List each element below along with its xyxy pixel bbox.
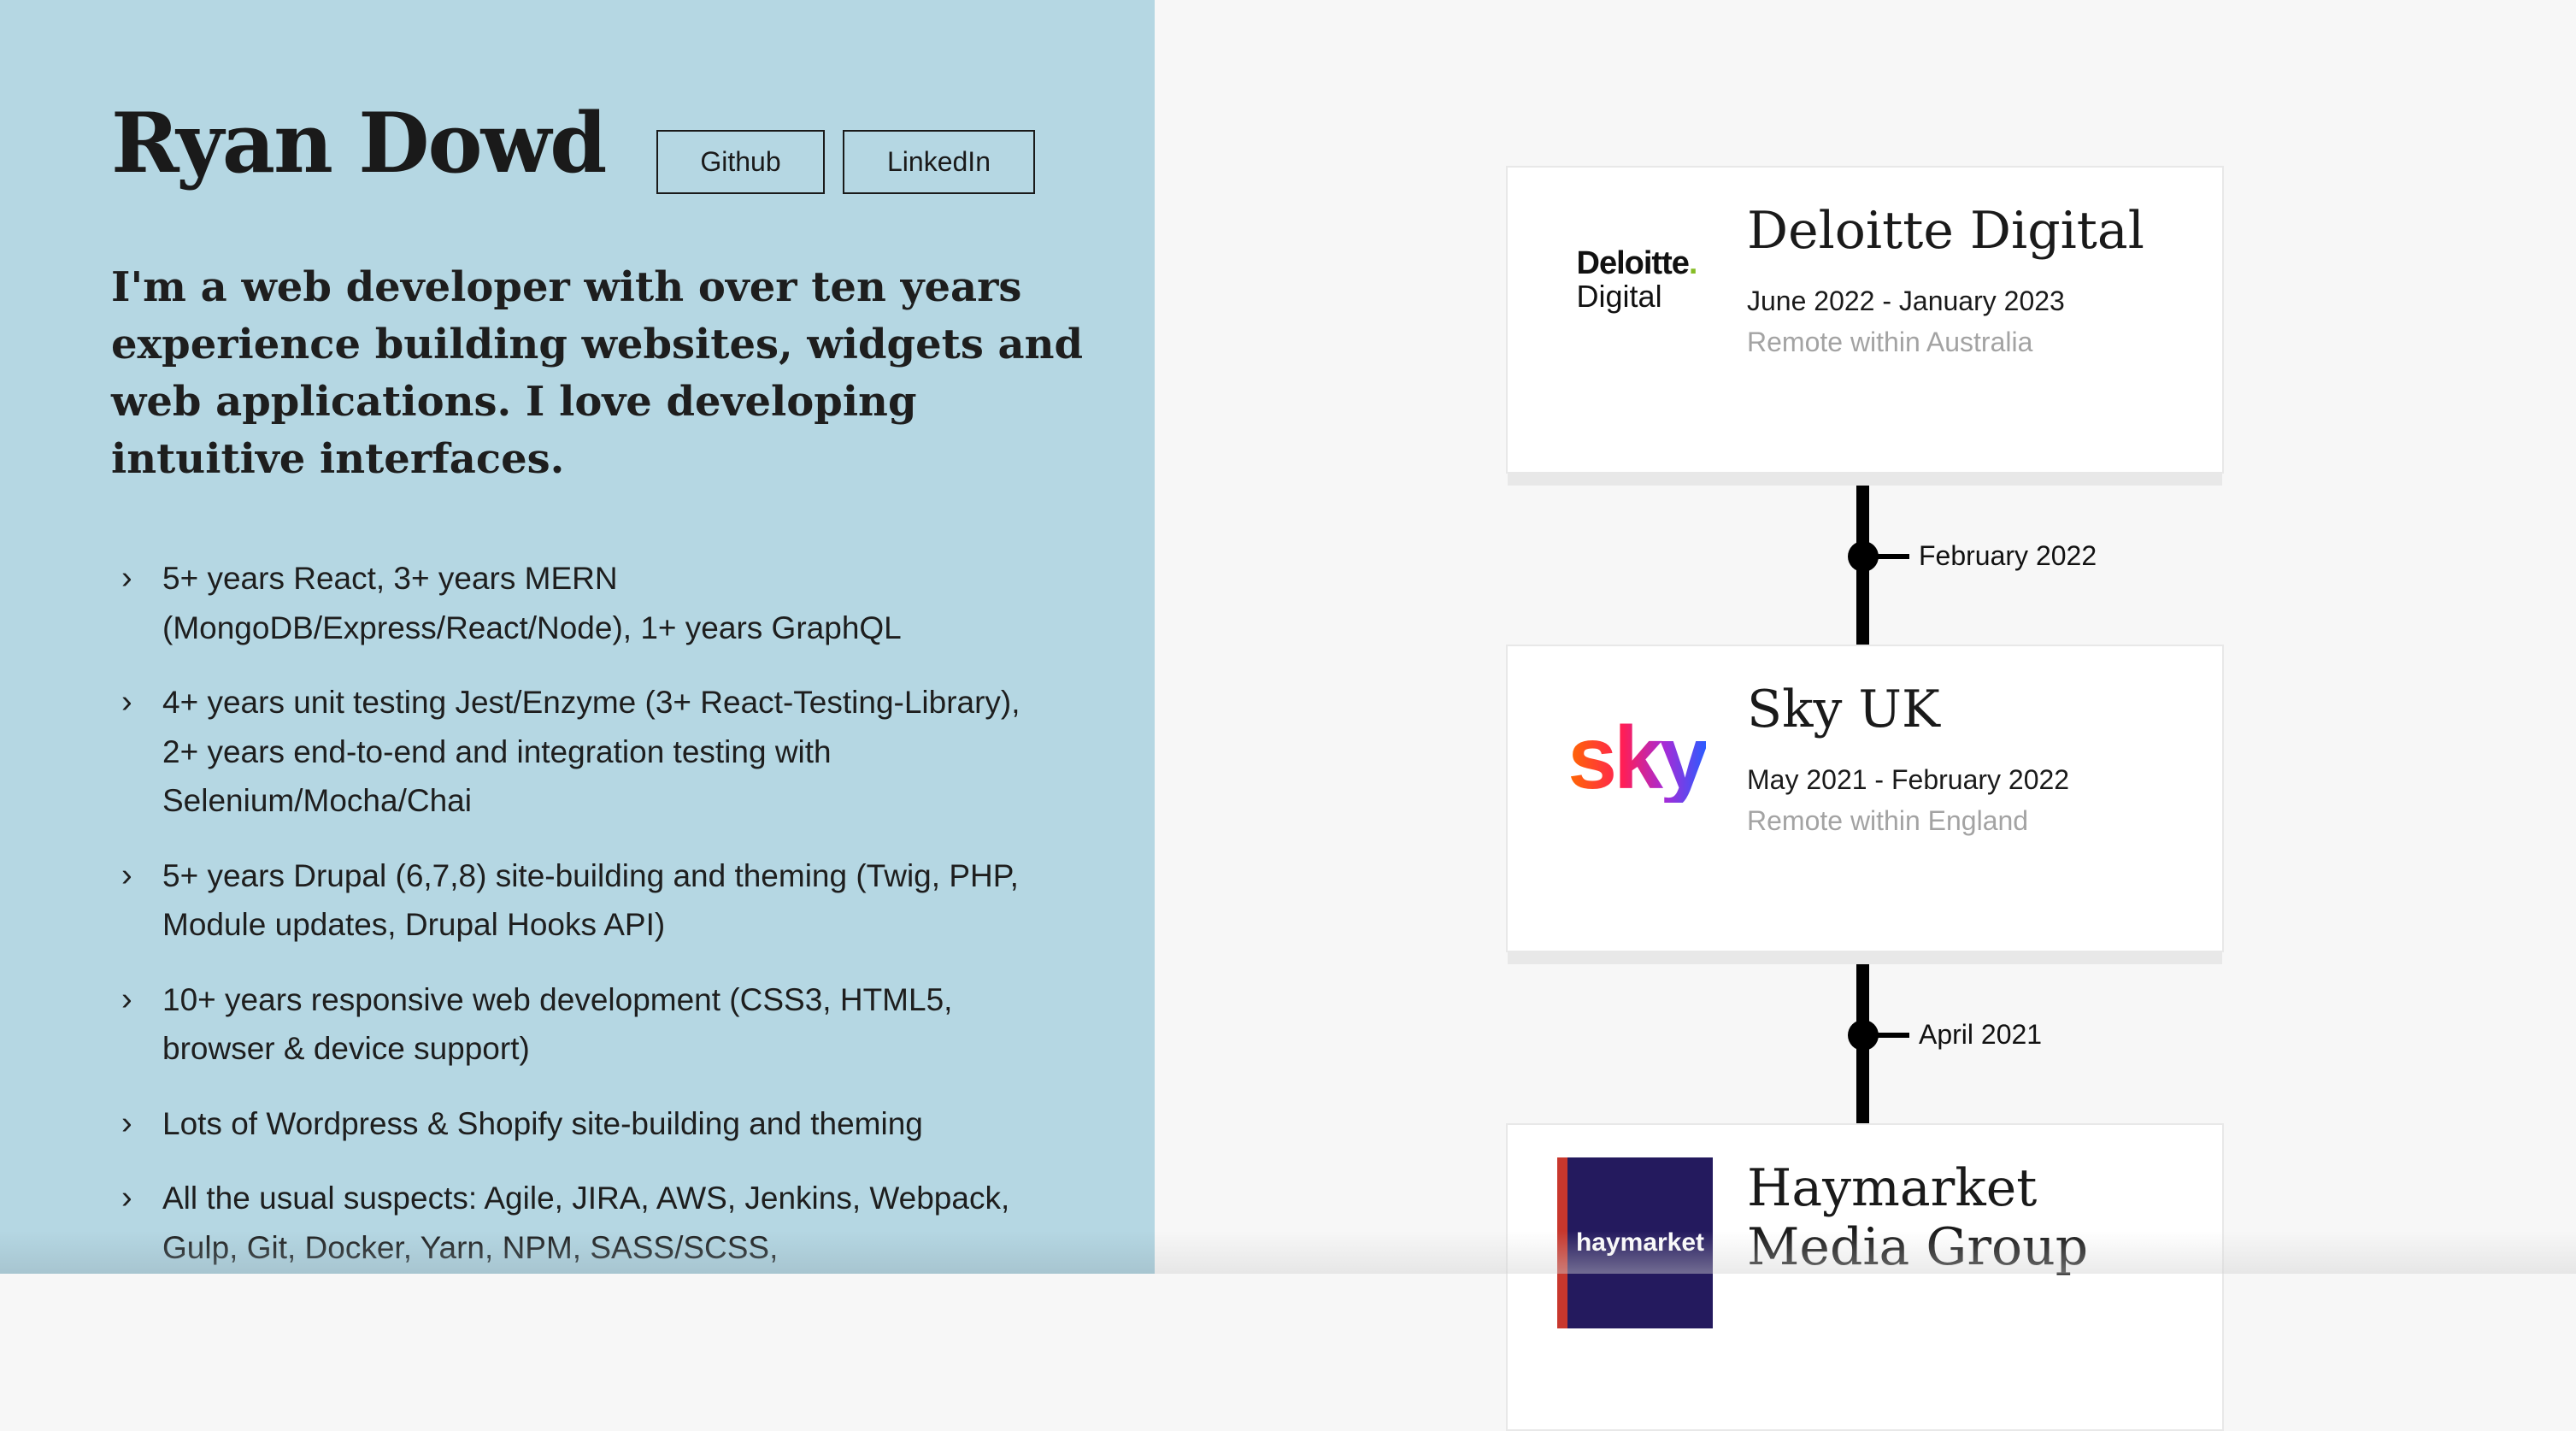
- skill-text: 5+ years Drupal (6,7,8) site-building an…: [162, 857, 1019, 943]
- skill-text: 5+ years React, 3+ years MERN (MongoDB/E…: [162, 561, 902, 645]
- timeline-date-label: April 2021: [1919, 1019, 2043, 1050]
- skills-list: › 5+ years React, 3+ years MERN (MongoDB/…: [111, 554, 1034, 1274]
- skill-text: 4+ years unit testing Jest/Enzyme (3+ Re…: [162, 685, 1020, 818]
- chevron-right-icon: ›: [121, 857, 132, 893]
- linkedin-button[interactable]: LinkedIn: [843, 130, 1035, 194]
- chevron-right-icon: ›: [121, 980, 132, 1017]
- profile-panel: Ryan Dowd Github LinkedIn I'm a web deve…: [0, 0, 1155, 1274]
- job-card-deloitte: Deloitte. Digital Deloitte Digital June …: [1506, 166, 2224, 474]
- intro-text: I'm a web developer with over ten years …: [111, 263, 1084, 483]
- chevron-right-icon: ›: [121, 684, 132, 720]
- job-location: Remote within Australia: [1747, 327, 2033, 357]
- skill-text: 10+ years responsive web development (CS…: [162, 981, 953, 1067]
- skill-item: › 5+ years Drupal (6,7,8) site-building a…: [111, 851, 1034, 950]
- job-card-haymarket: haymarket Haymarket Media Group: [1506, 1123, 2224, 1431]
- chevron-right-icon: ›: [121, 560, 132, 596]
- github-button[interactable]: Github: [656, 130, 825, 194]
- company-name: Deloitte Digital: [1747, 201, 2144, 261]
- scroll-fade: [1155, 1231, 2576, 1274]
- logo-text: Deloitte: [1576, 245, 1690, 281]
- logo-dot: .: [1688, 245, 1698, 281]
- job-period: May 2021 - February 2022: [1747, 764, 2070, 795]
- logo-text: Digital: [1576, 279, 1662, 314]
- profile-name: Ryan Dowd: [111, 95, 607, 191]
- skill-item: › 4+ years unit testing Jest/Enzyme (3+ R…: [111, 678, 1034, 826]
- company-name: Sky UK: [1747, 680, 1940, 739]
- skill-text: Lots of Wordpress & Shopify site-buildin…: [162, 1105, 923, 1141]
- skill-item: › Lots of Wordpress & Shopify site-buildi…: [111, 1099, 1034, 1149]
- job-card-sky: sky Sky UK May 2021 - February 2022 Remo…: [1506, 645, 2224, 952]
- skill-item: › 5+ years React, 3+ years MERN (MongoDB/…: [111, 554, 1034, 652]
- timeline-tick: [1868, 1033, 1909, 1038]
- chevron-right-icon: ›: [121, 1104, 132, 1141]
- timeline-tick: [1868, 554, 1909, 559]
- logo-text: sky: [1567, 709, 1709, 808]
- job-period: June 2022 - January 2023: [1747, 286, 2065, 316]
- sky-logo: sky: [1559, 680, 1714, 836]
- skill-item: › 10+ years responsive web development (C…: [111, 975, 1034, 1074]
- scroll-fade: [0, 1231, 1155, 1274]
- chevron-right-icon: ›: [121, 1180, 132, 1216]
- timeline-date-label: February 2022: [1919, 540, 2097, 571]
- job-location: Remote within England: [1747, 805, 2029, 836]
- deloitte-digital-logo: Deloitte. Digital: [1559, 202, 1714, 357]
